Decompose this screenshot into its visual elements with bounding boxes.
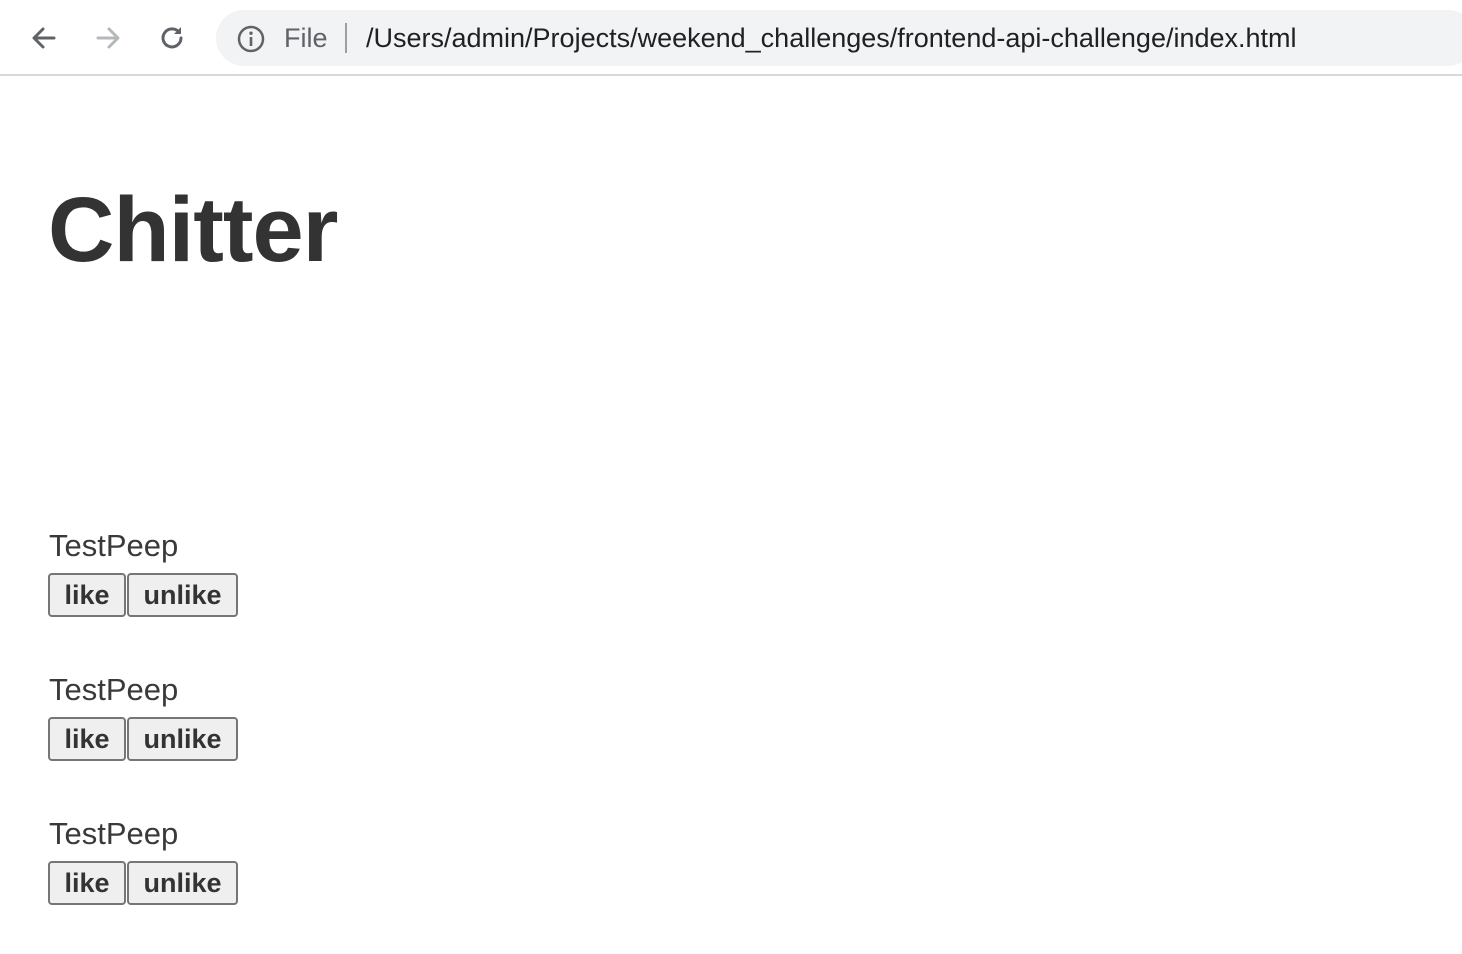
peep-author: TestPeep [49, 528, 179, 563]
peep-item: TestPeep like unlike [48, 672, 238, 761]
peep-actions: like unlike [48, 861, 238, 905]
peep-actions: like unlike [48, 573, 238, 617]
peep-actions: like unlike [48, 717, 238, 761]
address-scheme: File [284, 23, 328, 53]
peep-item: TestPeep like unlike [48, 528, 238, 617]
arrow-left-icon [32, 27, 56, 49]
peep-author: TestPeep [49, 672, 179, 707]
address-url[interactable]: /Users/admin/Projects/weekend_challenges… [366, 22, 1297, 54]
reload-icon [161, 27, 183, 49]
page-title: Chitter [48, 179, 338, 281]
unlike-button[interactable]: unlike [127, 861, 238, 905]
unlike-button[interactable]: unlike [127, 717, 238, 761]
browser-toolbar: File /Users/admin/Projects/weekend_chall… [0, 0, 1462, 76]
like-button[interactable]: like [48, 573, 126, 617]
like-button[interactable]: like [48, 861, 126, 905]
info-icon[interactable] [236, 24, 266, 54]
forward-button[interactable] [88, 18, 128, 58]
address-bar[interactable]: File /Users/admin/Projects/weekend_chall… [216, 10, 1462, 66]
unlike-button[interactable]: unlike [127, 573, 238, 617]
reload-button[interactable] [152, 18, 192, 58]
peep-author: TestPeep [49, 816, 179, 851]
arrow-right-icon [96, 27, 120, 49]
address-separator [345, 23, 347, 53]
peep-item: TestPeep like unlike [48, 816, 238, 905]
back-button[interactable] [24, 18, 64, 58]
like-button[interactable]: like [48, 717, 126, 761]
